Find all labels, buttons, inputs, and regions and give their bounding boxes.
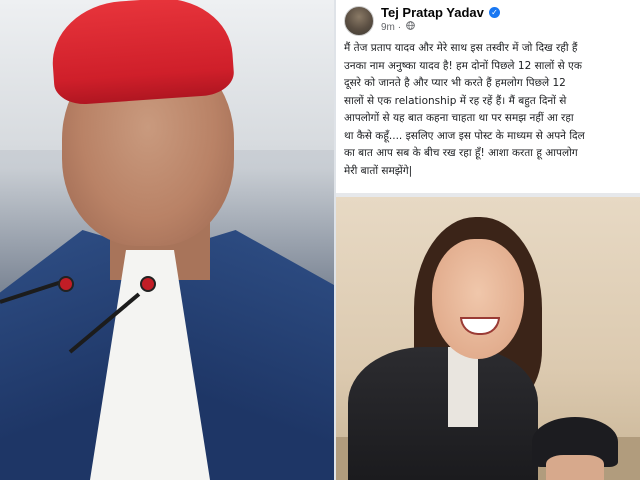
author-name[interactable]: Tej Pratap Yadav — [381, 5, 484, 20]
post-photo[interactable] — [336, 197, 640, 480]
red-cap — [48, 0, 236, 107]
post-text-line: दूसरे को जानते है और प्यार भी करते हैं ह… — [344, 77, 566, 89]
woman-black-coat — [348, 347, 538, 480]
woman-face — [432, 239, 524, 359]
verified-badge-icon: ✓ — [489, 7, 500, 18]
post-text-line: मैं तेज प्रताप यादव और मेरे साथ इस तस्वी… — [344, 42, 578, 54]
person-face-bottom — [546, 455, 604, 480]
social-post: Tej Pratap Yadav ✓ 9m · मैं तेज प्रताप य… — [334, 0, 640, 480]
post-text-line: मेरी बातों समझेंगे| — [344, 164, 413, 177]
globe-icon — [405, 21, 415, 33]
post-text-line: उनका नाम अनुष्का यादव है! हम दोनों पिछले… — [344, 59, 582, 72]
left-news-photo — [0, 0, 334, 480]
post-header: Tej Pratap Yadav ✓ 9m · — [344, 4, 634, 36]
microphone-left — [58, 276, 74, 292]
white-scarf — [448, 347, 478, 427]
author-avatar[interactable] — [344, 6, 374, 36]
post-text: मैं तेज प्रताप यादव और मेरे साथ इस तस्वी… — [344, 40, 636, 180]
post-text-line: था कैसे कहूँ.... इसलिए आज इस पोस्ट के मा… — [344, 129, 585, 142]
post-text-line: सालों से एक relationship में रह रहें हैं… — [344, 94, 567, 107]
microphone-right — [140, 276, 156, 292]
post-text-line: आपलोगों से यह बात कहना चाहता था पर समझ न… — [344, 112, 574, 124]
post-time[interactable]: 9m — [381, 22, 395, 33]
post-meta: 9m · — [381, 21, 415, 33]
post-text-line: का बात आप सब के बीच रख रहा हूँ! आशा करता… — [344, 147, 578, 159]
